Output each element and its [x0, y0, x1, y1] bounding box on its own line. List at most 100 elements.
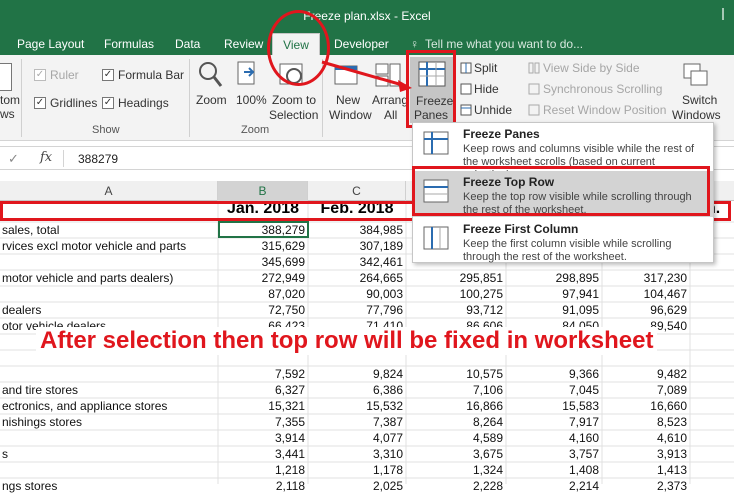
- zoom-selection-label-1[interactable]: Zoom to: [272, 93, 316, 107]
- sync-scroll-button[interactable]: Synchronous Scrolling: [543, 82, 662, 96]
- cell-e[interactable]: 9,366: [508, 367, 599, 381]
- cell-b[interactable]: 2,118: [220, 479, 305, 493]
- cell-a[interactable]: s: [2, 447, 215, 461]
- cell-d[interactable]: 2,228: [408, 479, 503, 493]
- tab-formulas[interactable]: Formulas: [104, 33, 154, 55]
- cell-c[interactable]: 15,532: [310, 399, 403, 413]
- cell-a[interactable]: dealers: [2, 303, 215, 317]
- ruler-checkbox[interactable]: ✓: [34, 69, 46, 81]
- zoom-magnifier-icon[interactable]: [197, 60, 223, 90]
- cell-c[interactable]: 1,178: [310, 463, 403, 477]
- window-controls-partial[interactable]: [722, 8, 730, 20]
- cell-e[interactable]: 1,408: [508, 463, 599, 477]
- switch-windows-label-2[interactable]: Windows: [672, 108, 721, 122]
- cell-b[interactable]: 6,327: [220, 383, 305, 397]
- cell-b[interactable]: 7,592: [220, 367, 305, 381]
- hide-button[interactable]: Hide: [474, 82, 499, 96]
- cell-c[interactable]: 90,003: [310, 287, 403, 301]
- cell-d[interactable]: 93,712: [408, 303, 503, 317]
- cell-b[interactable]: 15,321: [220, 399, 305, 413]
- menu-item-freeze-panes[interactable]: Freeze Panes Keep rows and columns visib…: [413, 123, 713, 181]
- cell-f[interactable]: 8,523: [604, 415, 687, 429]
- cell-c[interactable]: 264,665: [310, 271, 403, 285]
- cell-d[interactable]: 1,324: [408, 463, 503, 477]
- cell-b[interactable]: 3,914: [220, 431, 305, 445]
- cell-c[interactable]: 342,461: [310, 255, 403, 269]
- cell-a[interactable]: motor vehicle and parts dealers): [2, 271, 215, 285]
- cell-f[interactable]: 4,610: [604, 431, 687, 445]
- cell-d[interactable]: 4,589: [408, 431, 503, 445]
- cell-b[interactable]: 1,218: [220, 463, 305, 477]
- cell-b[interactable]: 345,699: [220, 255, 305, 269]
- cell-e[interactable]: 7,045: [508, 383, 599, 397]
- custom-views-label-2[interactable]: ws: [0, 107, 15, 121]
- zoom-selection-label-2[interactable]: Selection: [269, 108, 318, 122]
- zoom-button[interactable]: Zoom: [196, 93, 227, 107]
- cell-b[interactable]: 72,750: [220, 303, 305, 317]
- cell-f[interactable]: 2,373: [604, 479, 687, 493]
- custom-views-label[interactable]: tom: [0, 93, 20, 107]
- cell-a[interactable]: and tire stores: [2, 383, 215, 397]
- cell-b[interactable]: 7,355: [220, 415, 305, 429]
- view-side-by-side-button[interactable]: View Side by Side: [543, 61, 640, 75]
- arrange-all-label-2[interactable]: All: [384, 108, 397, 122]
- cell-f[interactable]: 16,660: [604, 399, 687, 413]
- new-window-label-2[interactable]: Window: [329, 108, 372, 122]
- tab-review[interactable]: Review: [224, 33, 263, 55]
- headings-checkbox[interactable]: ✓: [102, 97, 114, 109]
- cell-d[interactable]: 100,275: [408, 287, 503, 301]
- cell-d[interactable]: 295,851: [408, 271, 503, 285]
- cell-c[interactable]: 307,189: [310, 239, 403, 253]
- cell-d[interactable]: 8,264: [408, 415, 503, 429]
- cell-f[interactable]: 104,467: [604, 287, 687, 301]
- zoom-100-icon[interactable]: [236, 60, 260, 90]
- cell-e[interactable]: 3,757: [508, 447, 599, 461]
- cell-b[interactable]: 87,020: [220, 287, 305, 301]
- switch-windows-icon[interactable]: [682, 60, 710, 90]
- cell-b[interactable]: 315,629: [220, 239, 305, 253]
- cell-e[interactable]: 97,941: [508, 287, 599, 301]
- cell-f[interactable]: 7,089: [604, 383, 687, 397]
- zoom-100-button[interactable]: 100%: [236, 93, 267, 107]
- insert-function-icon[interactable]: fx: [40, 150, 52, 165]
- page-view-icon[interactable]: [0, 63, 12, 91]
- tab-page-layout[interactable]: Page Layout: [17, 33, 84, 55]
- cell-c[interactable]: 2,025: [310, 479, 403, 493]
- cell-f[interactable]: 317,230: [604, 271, 687, 285]
- cell-c[interactable]: 3,310: [310, 447, 403, 461]
- cell-e[interactable]: 91,095: [508, 303, 599, 317]
- cell-e[interactable]: 7,917: [508, 415, 599, 429]
- cell-c[interactable]: 4,077: [310, 431, 403, 445]
- cell-e[interactable]: 298,895: [508, 271, 599, 285]
- cell-f[interactable]: 1,413: [604, 463, 687, 477]
- reset-position-button[interactable]: Reset Window Position: [543, 103, 666, 117]
- cell-b[interactable]: 272,949: [220, 271, 305, 285]
- cell-c[interactable]: 7,387: [310, 415, 403, 429]
- cell-f[interactable]: 9,482: [604, 367, 687, 381]
- cell-a[interactable]: nishings stores: [2, 415, 215, 429]
- cell-c[interactable]: 77,796: [310, 303, 403, 317]
- switch-windows-label-1[interactable]: Switch: [682, 93, 717, 107]
- cell-d[interactable]: 3,675: [408, 447, 503, 461]
- formula-bar-checkbox[interactable]: ✓: [102, 69, 114, 81]
- cell-d[interactable]: 7,106: [408, 383, 503, 397]
- tab-developer[interactable]: Developer: [334, 33, 389, 55]
- column-header-a[interactable]: A: [0, 181, 218, 201]
- cell-e[interactable]: 15,583: [508, 399, 599, 413]
- cell-f[interactable]: 96,629: [604, 303, 687, 317]
- gridlines-checkbox[interactable]: ✓: [34, 97, 46, 109]
- cell-c[interactable]: 384,985: [310, 223, 403, 237]
- cell-a[interactable]: rvices excl motor vehicle and parts: [2, 239, 215, 253]
- cell-c[interactable]: 9,824: [310, 367, 403, 381]
- cell-b[interactable]: 3,441: [220, 447, 305, 461]
- cell-e[interactable]: 2,214: [508, 479, 599, 493]
- split-button[interactable]: Split: [474, 61, 497, 75]
- menu-item-freeze-first-column[interactable]: Freeze First Column Keep the first colum…: [413, 218, 713, 264]
- cell-a[interactable]: ectronics, and appliance stores: [2, 399, 215, 413]
- cell-d[interactable]: 16,866: [408, 399, 503, 413]
- cell-e[interactable]: 4,160: [508, 431, 599, 445]
- cell-a[interactable]: sales, total: [2, 223, 215, 237]
- column-header-c[interactable]: C: [308, 181, 406, 201]
- unhide-button[interactable]: Unhide: [474, 103, 512, 117]
- cell-d[interactable]: 10,575: [408, 367, 503, 381]
